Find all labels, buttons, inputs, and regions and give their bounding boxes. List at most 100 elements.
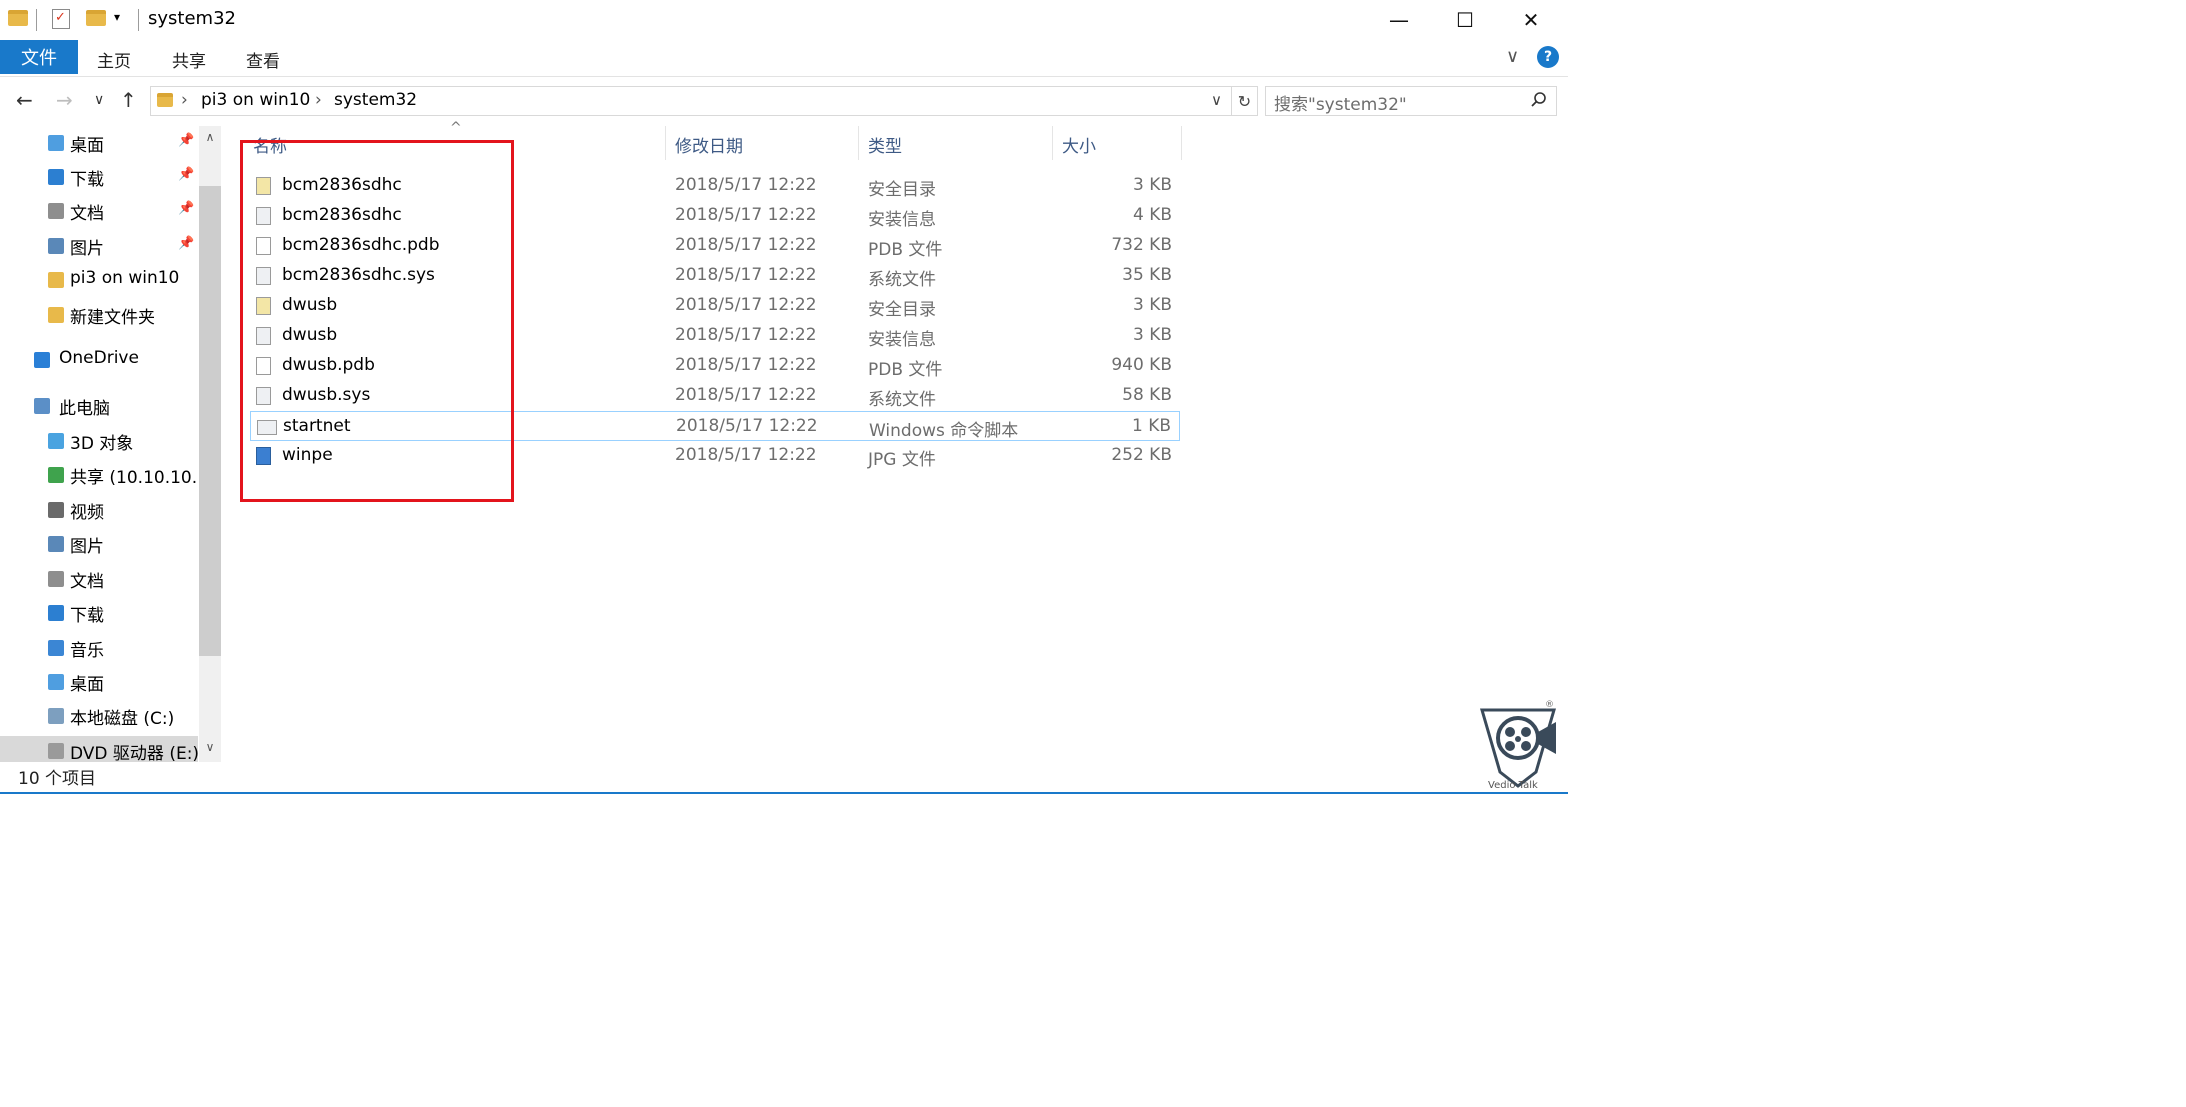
sidebar-item-label: 音乐 [70, 641, 104, 661]
sidebar-item[interactable]: 此电脑 [0, 391, 198, 421]
file-size: 252 KB [1111, 445, 1172, 465]
column-divider[interactable] [665, 126, 666, 160]
breadcrumb-system32[interactable]: system32 [334, 90, 417, 110]
file-type: 安装信息 [868, 210, 936, 230]
column-header-type[interactable]: 类型 [868, 132, 902, 157]
pin-icon[interactable]: 📌 [178, 236, 194, 251]
file-type: 安装信息 [868, 330, 936, 350]
sidebar-item[interactable]: 新建文件夹 [0, 300, 198, 330]
breadcrumb-pi3[interactable]: pi3 on win10 [201, 90, 310, 110]
sidebar-item-label: 图片 [70, 239, 104, 259]
file-type: 安全目录 [868, 180, 936, 200]
sidebar-item-icon [48, 536, 64, 552]
file-date: 2018/5/17 12:22 [675, 355, 817, 375]
minimize-button[interactable]: — [1366, 0, 1432, 40]
sidebar-item-icon [48, 743, 64, 759]
sidebar-scrollbar-thumb[interactable] [199, 186, 221, 656]
refresh-button[interactable]: ↻ [1232, 86, 1258, 116]
address-bar[interactable]: › pi3 on win10 › system32 ∨ [150, 86, 1232, 116]
status-item-count: 10 个项目 [18, 769, 97, 789]
help-icon[interactable]: ? [1537, 46, 1559, 68]
sidebar-item[interactable]: 本地磁盘 (C:) [0, 701, 198, 731]
file-size: 940 KB [1111, 355, 1172, 375]
expand-ribbon-icon[interactable]: ∨ [1506, 46, 1519, 67]
file-date: 2018/5/17 12:22 [675, 295, 817, 315]
sidebar-item-icon [48, 640, 64, 656]
file-type: Windows 命令脚本 [869, 421, 1019, 441]
sidebar-item-icon [48, 203, 64, 219]
tab-file[interactable]: 文件 [0, 40, 78, 74]
column-divider[interactable] [858, 126, 859, 160]
maximize-button[interactable]: ☐ [1432, 0, 1498, 40]
sidebar-item-icon [34, 398, 50, 414]
search-icon[interactable] [1530, 91, 1548, 113]
scroll-up-button[interactable]: ∧ [199, 130, 221, 144]
sidebar-item-icon [48, 433, 64, 449]
sidebar-item-label: 新建文件夹 [70, 308, 155, 328]
file-size: 732 KB [1111, 235, 1172, 255]
sidebar-item-label: 桌面 [70, 675, 104, 695]
new-folder-icon[interactable] [86, 10, 106, 26]
sidebar-item[interactable]: 共享 (10.10.10.2 [0, 460, 198, 490]
scroll-down-button[interactable]: ∨ [199, 740, 221, 754]
sidebar-item[interactable]: 图片 [0, 529, 198, 559]
search-input[interactable]: 搜索"system32" [1265, 86, 1557, 116]
close-button[interactable]: ✕ [1498, 0, 1564, 40]
sidebar-item-label: 视频 [70, 503, 104, 523]
sidebar-item[interactable]: DVD 驱动器 (E:) [0, 736, 198, 762]
sidebar-item-label: OneDrive [59, 348, 139, 368]
folder-icon [8, 10, 28, 26]
sidebar-item-label: pi3 on win10 [70, 268, 180, 288]
title-bar: ✓ ▾ system32 — ☐ ✕ [0, 0, 1568, 40]
sidebar-item[interactable]: OneDrive [0, 345, 198, 375]
sort-indicator-icon: ^ [450, 120, 462, 136]
sidebar-item[interactable]: 图片 📌 [0, 231, 198, 261]
file-size: 1 KB [1131, 416, 1171, 436]
navigation-pane: 桌面 📌 下载 📌 文档 📌 图片 📌 pi3 on win10 新建文件夹 OneDrive 此电脑… [0, 126, 222, 762]
file-size: 3 KB [1132, 325, 1172, 345]
sidebar-item-icon [48, 674, 64, 690]
customize-toolbar-icon[interactable]: ▾ [114, 10, 120, 24]
sidebar-item-icon [48, 605, 64, 621]
sidebar-item-icon [48, 708, 64, 724]
sidebar-item[interactable]: pi3 on win10 [0, 265, 198, 295]
column-divider[interactable] [1181, 126, 1182, 160]
recent-locations-button[interactable]: ∨ [94, 92, 104, 108]
pin-icon[interactable]: 📌 [178, 167, 194, 182]
sidebar-item[interactable]: 音乐 [0, 633, 198, 663]
up-button[interactable]: ↑ [120, 88, 137, 112]
tab-view[interactable]: 查看 [246, 47, 280, 72]
sidebar-item[interactable]: 文档 📌 [0, 196, 198, 226]
tab-home[interactable]: 主页 [97, 47, 131, 72]
sidebar-item-icon [48, 135, 64, 151]
column-header-size[interactable]: 大小 [1062, 132, 1096, 157]
pin-icon[interactable]: 📌 [178, 133, 194, 148]
file-date: 2018/5/17 12:22 [675, 445, 817, 465]
properties-icon[interactable]: ✓ [52, 9, 70, 29]
sidebar-item[interactable]: 下载 📌 [0, 162, 198, 192]
watermark-text: Vedio Talk [1488, 780, 1538, 791]
sidebar-item[interactable]: 文档 [0, 564, 198, 594]
breadcrumb-separator[interactable]: › [181, 90, 188, 110]
sidebar-item[interactable]: 桌面 📌 [0, 128, 198, 158]
tab-share[interactable]: 共享 [172, 47, 206, 72]
breadcrumb-separator[interactable]: › [315, 90, 322, 110]
sidebar-item[interactable]: 桌面 [0, 667, 198, 697]
sidebar-item-label: DVD 驱动器 (E:) [70, 744, 198, 762]
sidebar-item-label: 3D 对象 [70, 434, 134, 454]
back-button[interactable]: ← [16, 88, 33, 112]
sidebar-item-label: 文档 [70, 572, 104, 592]
sidebar-item[interactable]: 3D 对象 [0, 426, 198, 456]
sidebar-item[interactable]: 视频 [0, 495, 198, 525]
column-header-date[interactable]: 修改日期 [675, 132, 743, 157]
address-dropdown-icon[interactable]: ∨ [1211, 91, 1222, 109]
file-date: 2018/5/17 12:22 [675, 325, 817, 345]
pin-icon[interactable]: 📌 [178, 201, 194, 216]
sidebar-item-label: 文档 [70, 204, 104, 224]
column-divider[interactable] [1052, 126, 1053, 160]
sidebar-item-label: 下载 [70, 170, 104, 190]
sidebar-item[interactable]: 下载 [0, 598, 198, 628]
file-size: 58 KB [1122, 385, 1172, 405]
sidebar-item-label: 桌面 [70, 136, 104, 156]
forward-button[interactable]: → [56, 88, 73, 112]
